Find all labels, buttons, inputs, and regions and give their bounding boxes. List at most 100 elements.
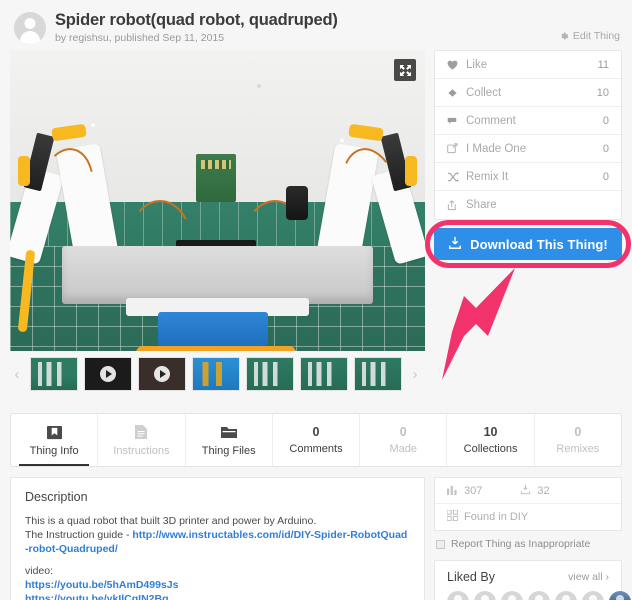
thumbnail-item[interactable]: [300, 357, 348, 391]
document-icon: [134, 424, 148, 441]
camera-module: [286, 186, 308, 220]
bottom-section: Description This is a quad robot that bu…: [0, 467, 632, 600]
action-count: 0: [603, 115, 609, 127]
thumbnail-item[interactable]: [192, 357, 240, 391]
thumbnail-item[interactable]: [84, 357, 132, 391]
avatar[interactable]: [474, 591, 496, 600]
action-remix-it[interactable]: Remix It 0: [435, 163, 621, 191]
comment-icon: [447, 116, 462, 126]
description-line-2: The Instruction guide - http://www.instr…: [25, 528, 410, 556]
report-thing-button[interactable]: Report Thing as Inappropriate: [434, 531, 622, 557]
views-count: 307: [464, 485, 482, 497]
action-comment[interactable]: Comment 0: [435, 107, 621, 135]
play-icon: [100, 366, 116, 382]
action-like[interactable]: Like 11: [435, 51, 621, 79]
video-link-2[interactable]: https://youtu.be/ykIlCgIN2Bg: [25, 592, 410, 600]
thumbnail-prev-button[interactable]: ‹: [10, 361, 24, 387]
content-body: ‹ › Like 11: [0, 50, 632, 399]
download-small-icon: [520, 484, 531, 498]
description-card: Description This is a quad robot that bu…: [10, 477, 425, 600]
avatar[interactable]: [609, 591, 631, 600]
download-area: Download This Thing!: [434, 228, 622, 260]
chevron-right-icon: ›: [606, 571, 610, 583]
tab-thing-info[interactable]: Thing Info: [11, 414, 98, 466]
avatar[interactable]: [528, 591, 550, 600]
expand-arrows-icon[interactable]: [394, 59, 416, 81]
avatar[interactable]: [14, 12, 46, 44]
thumbnail-next-button[interactable]: ›: [408, 361, 422, 387]
stats-card: 307 32 Found in DIY: [434, 477, 622, 531]
bottom-right-column: 307 32 Found in DIY: [434, 477, 622, 600]
tab-instructions[interactable]: Instructions: [98, 414, 185, 466]
action-i-made-one[interactable]: I Made One 0: [435, 135, 621, 163]
edit-thing-button[interactable]: Edit Thing: [560, 30, 620, 42]
tab-count: 0: [574, 425, 581, 439]
report-label: Report Thing as Inappropriate: [451, 538, 590, 550]
action-count: 0: [603, 171, 609, 183]
edit-thing-label: Edit Thing: [573, 30, 620, 42]
downloads-count: 32: [537, 485, 549, 497]
thumb-content: [359, 362, 397, 386]
views-stat: 307: [447, 484, 482, 498]
download-button[interactable]: Download This Thing!: [434, 228, 622, 260]
bar-chart-icon: [447, 484, 458, 498]
tab-comments[interactable]: 0 Comments: [273, 414, 360, 466]
thumbnail-item[interactable]: [246, 357, 294, 391]
tab-label: Instructions: [113, 445, 169, 457]
view-all-link[interactable]: view all ›: [568, 571, 609, 583]
microcontroller-board: [196, 154, 236, 202]
made-one-icon: [447, 143, 462, 154]
tab-made[interactable]: 0 Made: [360, 414, 447, 466]
tab-thing-files[interactable]: Thing Files: [186, 414, 273, 466]
thumbnail-item[interactable]: [354, 357, 402, 391]
play-icon: [154, 366, 170, 382]
tab-count: 0: [313, 425, 320, 439]
tabs-section: Thing Info Instructions Thing Files 0 Co…: [0, 399, 632, 467]
tab-label: Thing Info: [30, 445, 79, 457]
book-icon: [46, 424, 63, 441]
downloads-stat: 32: [520, 484, 549, 498]
thing-detail-page: Spider robot(quad robot, quadruped) by r…: [0, 0, 632, 600]
tab-label: Thing Files: [202, 445, 256, 457]
avatar[interactable]: [447, 591, 469, 600]
orange-base: [136, 346, 296, 351]
page-title: Spider robot(quad robot, quadruped): [55, 10, 622, 30]
video-link-1[interactable]: https://youtu.be/5hAmD499sJs: [25, 578, 410, 592]
tab-count: 10: [484, 425, 498, 439]
action-count: 11: [598, 59, 609, 71]
category-row[interactable]: Found in DIY: [435, 504, 621, 530]
share-icon: [447, 200, 462, 211]
avatar[interactable]: [555, 591, 577, 600]
thumb-content: [305, 362, 343, 386]
avatar[interactable]: [501, 591, 523, 600]
checkbox-icon: [436, 540, 445, 549]
liked-by-card: Liked By view all ›: [434, 560, 622, 600]
liked-by-header: Liked By view all ›: [435, 561, 621, 591]
hero-image[interactable]: [10, 50, 425, 351]
grid-icon: [447, 510, 458, 524]
heart-icon: [447, 60, 462, 70]
yellow-bracket-left-2: [18, 156, 30, 186]
action-share[interactable]: Share: [435, 191, 621, 219]
category-label: Found in DIY: [464, 511, 528, 523]
robot-chassis: [62, 246, 373, 304]
thumbnail-item[interactable]: [30, 357, 78, 391]
tab-collections[interactable]: 10 Collections: [447, 414, 534, 466]
remix-icon: [447, 172, 462, 182]
tab-bar: Thing Info Instructions Thing Files 0 Co…: [10, 413, 622, 467]
download-button-label: Download This Thing!: [470, 237, 608, 252]
battery-pack: [158, 312, 268, 346]
liked-by-title: Liked By: [447, 570, 495, 584]
folder-icon: [220, 424, 238, 441]
avatar[interactable]: [582, 591, 604, 600]
action-label: Remix It: [462, 171, 603, 183]
thumbnail-strip: ‹ ›: [10, 351, 425, 399]
byline: by regishsu, published Sep 11, 2015: [55, 32, 622, 44]
action-count: 10: [597, 87, 609, 99]
page-header: Spider robot(quad robot, quadruped) by r…: [0, 0, 632, 50]
title-block: Spider robot(quad robot, quadruped) by r…: [55, 10, 622, 44]
thumbnail-item[interactable]: [138, 357, 186, 391]
tab-remixes[interactable]: 0 Remixes: [535, 414, 621, 466]
action-collect[interactable]: Collect 10: [435, 79, 621, 107]
action-label: Collect: [462, 87, 597, 99]
